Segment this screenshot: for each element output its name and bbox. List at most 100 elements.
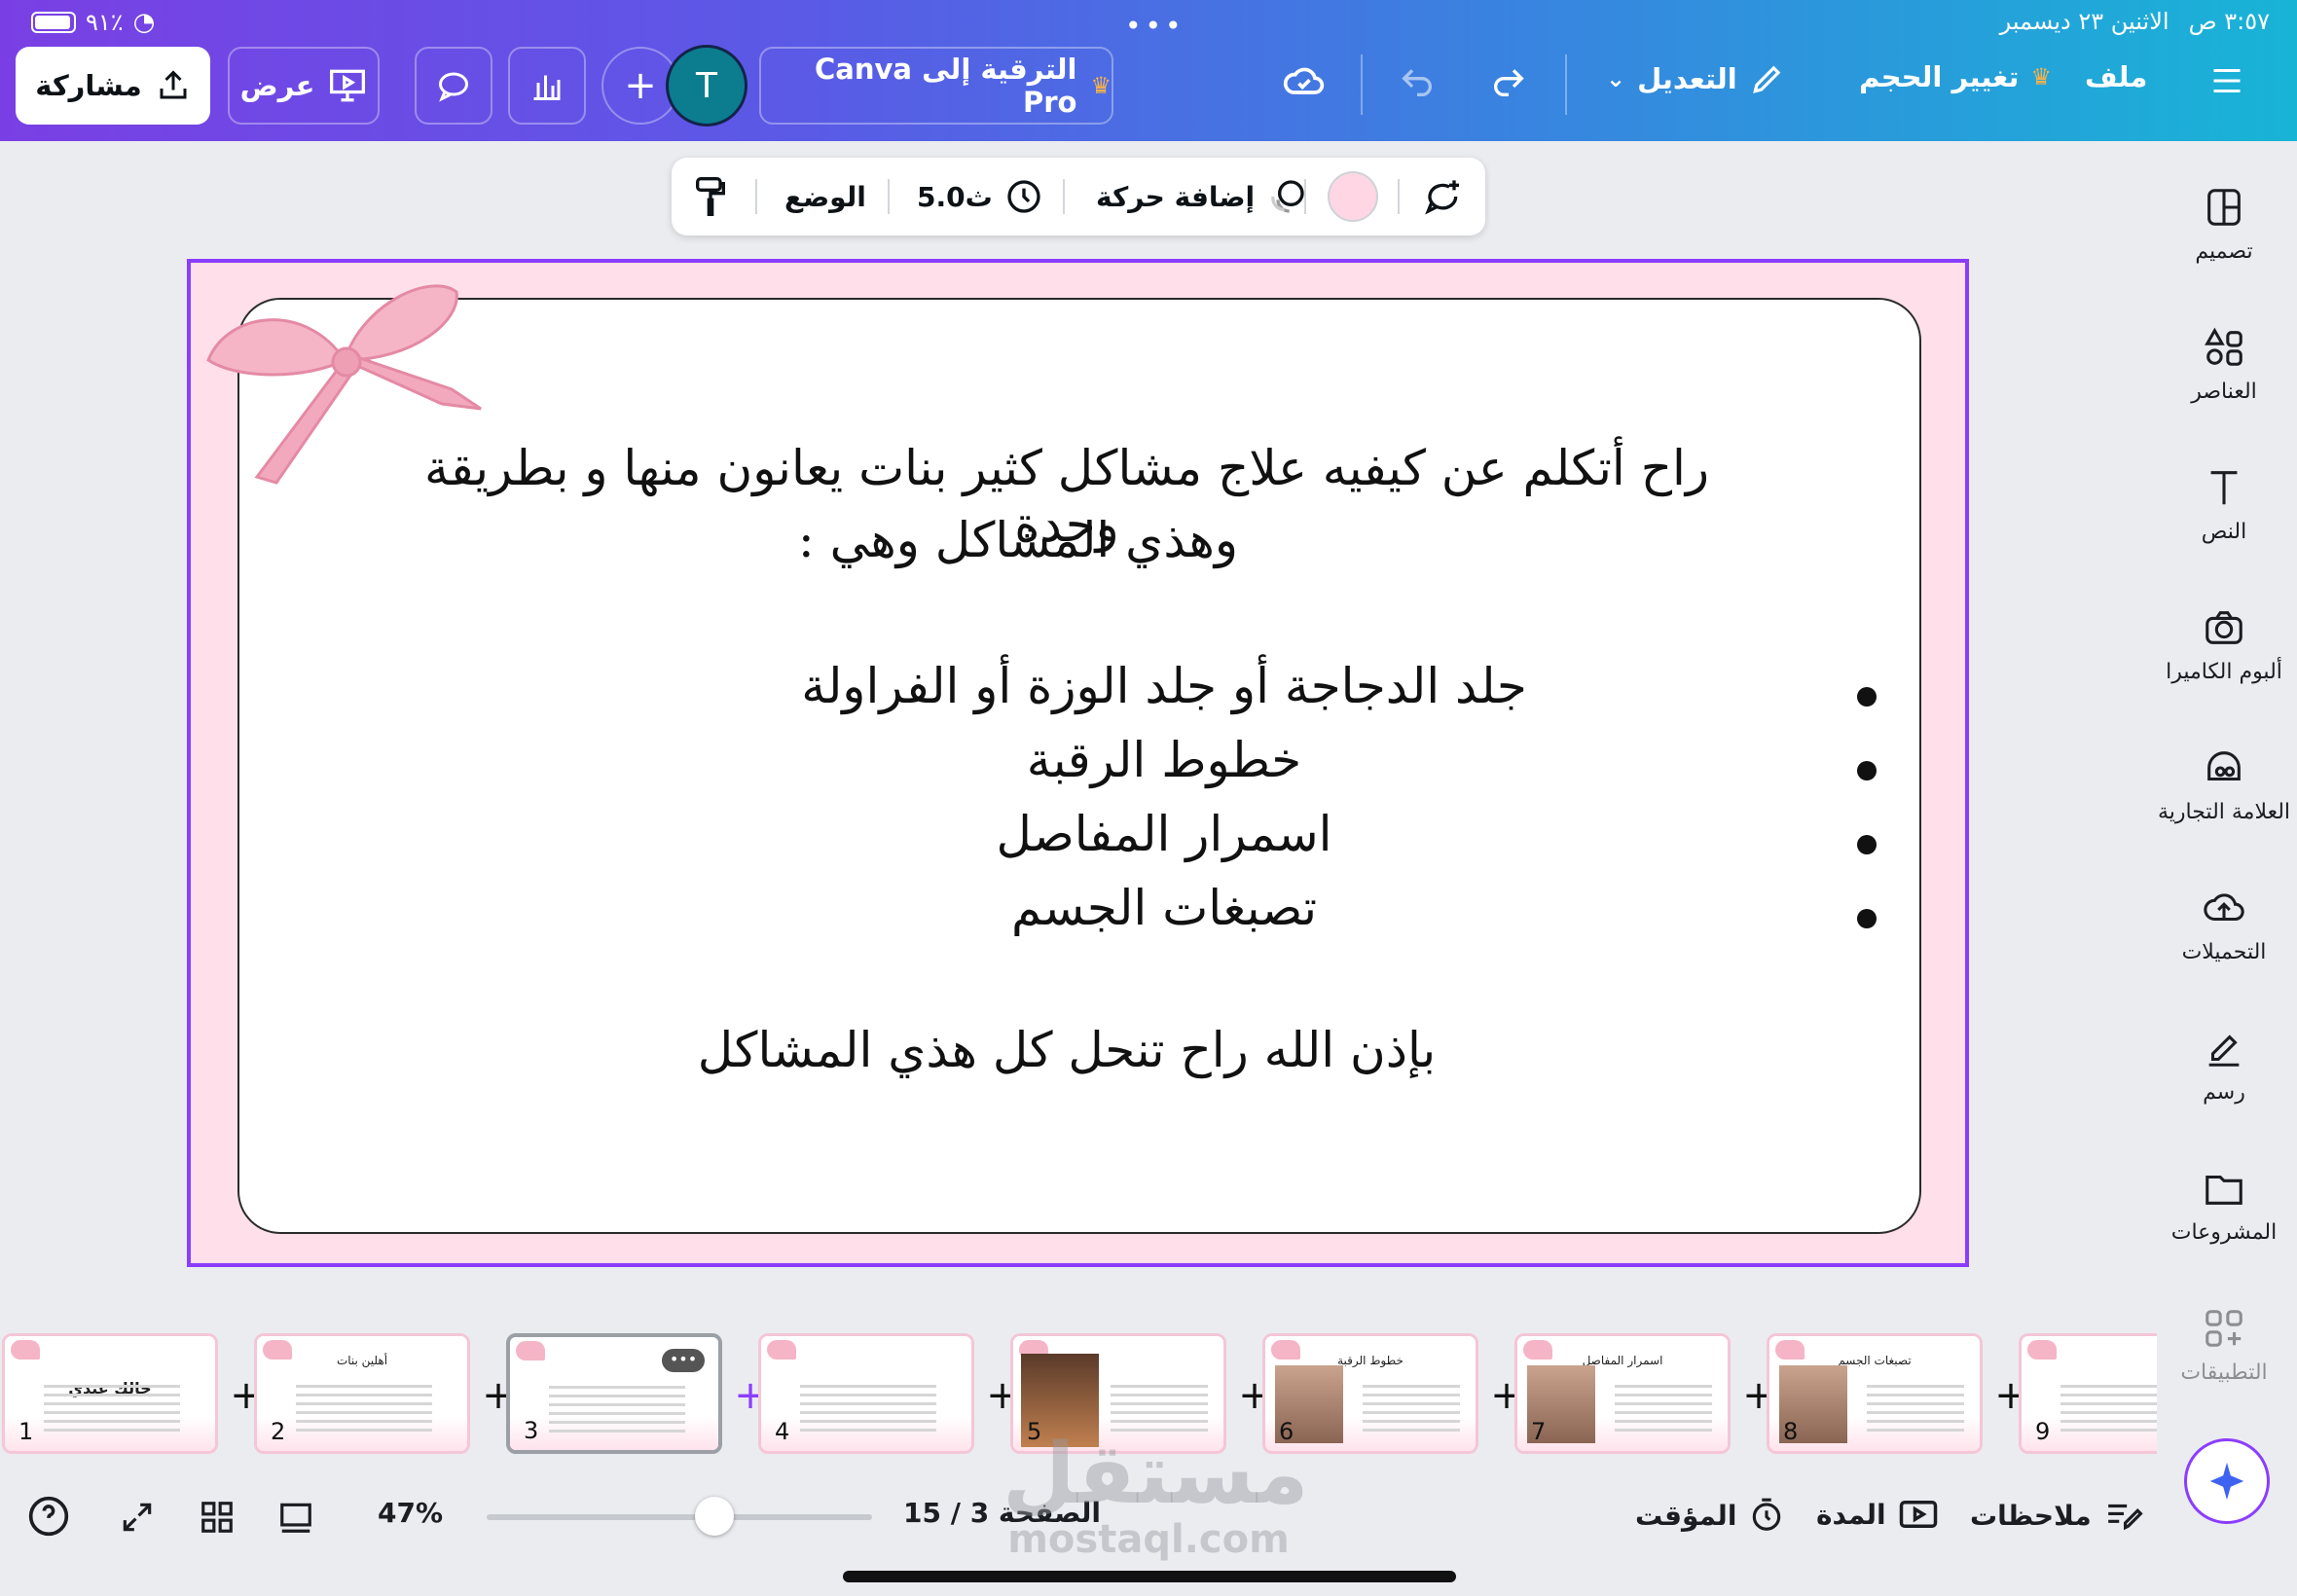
multitask-dots-icon[interactable]: ••• <box>1125 10 1185 42</box>
present-button[interactable]: عرض <box>228 47 380 125</box>
undo-icon[interactable] <box>1396 62 1439 105</box>
bullet-text: خطوط الرقبة <box>1026 732 1302 788</box>
add-comment-icon[interactable] <box>1423 158 1466 236</box>
brand-icon <box>2207 751 2241 781</box>
sidebar-item-label: رسم <box>2203 1080 2245 1105</box>
comment-icon <box>439 72 468 102</box>
zoom-slider-knob[interactable] <box>694 1497 734 1536</box>
watermark: مستقل mostaql.com <box>1003 1426 1309 1562</box>
right-sidebar: تصميم العناصر النص ألبوم الكاميرا العلام… <box>2151 175 2297 1411</box>
hamburger-icon[interactable] <box>2209 64 2244 101</box>
upgrade-label: الترقية إلى Canva Pro <box>815 53 1077 119</box>
bullet-text: اسمرار المفاصل <box>996 806 1332 862</box>
upload-icon <box>2204 893 2244 922</box>
battery-level: ٩١٪ <box>86 9 124 36</box>
share-icon <box>160 70 187 99</box>
file-label: ملف <box>2085 60 2148 93</box>
divider <box>1398 179 1400 214</box>
sidebar-item-label: ألبوم الكاميرا <box>2166 660 2282 684</box>
page-thumbnail[interactable]: حالك عندي 1 <box>2 1333 218 1454</box>
sidebar-item-label: التطبيقات <box>2180 1360 2268 1385</box>
thumbnail-number: 1 <box>18 1418 34 1445</box>
thumbnail-number: 4 <box>775 1418 790 1445</box>
bullet-dot <box>1857 761 1877 780</box>
bullet-dot <box>1857 687 1877 707</box>
camera-icon <box>2206 611 2242 644</box>
sidebar-item-label: العلامة التجارية <box>2157 800 2291 824</box>
share-button[interactable]: مشاركة <box>16 47 210 125</box>
magic-assistant-button[interactable] <box>2184 1438 2270 1524</box>
position-button[interactable]: الوضع <box>784 158 866 236</box>
divider <box>888 179 890 214</box>
watermark-line-1: مستقل <box>1003 1426 1309 1523</box>
divider <box>755 179 757 214</box>
page-thumbnail[interactable]: 9 <box>2019 1333 2157 1454</box>
edit-menu[interactable]: ⌄ التعديل <box>1606 60 1786 97</box>
cloud-sync-icon[interactable] <box>1281 60 1328 107</box>
page-thumbnail[interactable]: ••• 3 <box>506 1333 722 1454</box>
sidebar-item-design[interactable]: تصميم <box>2151 185 2297 264</box>
page-thumbnail[interactable]: اسمرار المفاصل 7 <box>1514 1333 1731 1454</box>
comment-button[interactable] <box>415 47 492 125</box>
thumbnail-number: 7 <box>1531 1418 1547 1445</box>
thumbnail-number: 3 <box>524 1417 539 1444</box>
paint-format-icon[interactable] <box>691 158 730 236</box>
sidebar-item-brand[interactable]: العلامة التجارية <box>2151 745 2297 824</box>
page-thumbnail[interactable]: 4 <box>758 1333 974 1454</box>
duration-label: 5.0ث <box>917 180 993 213</box>
present-icon <box>330 69 366 102</box>
battery-icon <box>31 12 76 33</box>
more-options-icon[interactable]: ••• <box>662 1349 705 1372</box>
wifi-icon: ◔ <box>132 8 156 37</box>
insights-button[interactable] <box>508 47 586 125</box>
sidebar-item-camera[interactable]: ألبوم الكاميرا <box>2151 605 2297 684</box>
avatar[interactable]: T <box>666 45 747 127</box>
animate-label: إضافة حركة <box>1096 180 1256 213</box>
bullet-item: خطوط الرقبة <box>483 732 1877 800</box>
color-swatch[interactable] <box>1328 171 1378 222</box>
thumbnail-number: 9 <box>2035 1418 2051 1445</box>
timer-label: المؤقت <box>1635 1499 1737 1532</box>
fullscreen-icon[interactable] <box>119 1499 156 1540</box>
duration-button[interactable]: 5.0ث <box>917 158 1043 236</box>
grid-view-icon[interactable] <box>199 1499 236 1540</box>
sidebar-item-folder[interactable]: المشروعات <box>2151 1166 2297 1245</box>
help-icon[interactable] <box>27 1495 70 1542</box>
status-date: الاثنين ٢٣ ديسمبر <box>1999 8 2169 35</box>
bar-chart-icon <box>533 75 561 100</box>
position-label: الوضع <box>784 180 866 213</box>
pages-view-icon[interactable] <box>276 1499 315 1540</box>
zoom-slider[interactable] <box>487 1497 872 1536</box>
sidebar-item-draw[interactable]: رسم <box>2151 1026 2297 1105</box>
sidebar-item-label: المشروعات <box>2170 1220 2278 1245</box>
file-menu[interactable]: ملف <box>2085 60 2147 93</box>
sidebar-item-upload[interactable]: التحميلات <box>2151 886 2297 964</box>
resize-button[interactable]: تغيير الحجم ♛ <box>1859 60 2052 93</box>
page-thumbnail[interactable]: تصبغات الجسم 8 <box>1767 1333 1983 1454</box>
upgrade-button[interactable]: الترقية إلى Canva Pro ♛ <box>759 47 1113 125</box>
timer-button[interactable]: المؤقت <box>1635 1497 1785 1534</box>
thumbnail-number: 8 <box>1783 1418 1799 1445</box>
closing-line: بإذن الله راح تنحل كل هذي المشاكل <box>697 1022 1437 1078</box>
watermark-line-2: mostaql.com <box>1007 1517 1290 1562</box>
home-indicator <box>843 1571 1456 1582</box>
sidebar-item-label: تصميم <box>2195 239 2253 264</box>
sidebar-item-label: النص <box>2201 520 2247 544</box>
element-toolbar: الوضع 5.0ث إضافة حركة <box>672 158 1485 236</box>
sidebar-item-elements[interactable]: العناصر <box>2151 325 2297 404</box>
sidebar-item-text[interactable]: النص <box>2151 465 2297 544</box>
resize-label: تغيير الحجم <box>1859 60 2020 93</box>
present-label: عرض <box>239 69 315 102</box>
crown-icon: ♛ <box>2030 63 2052 91</box>
duration-button-bottom[interactable]: المدة <box>1816 1497 1939 1532</box>
divider <box>1304 179 1306 214</box>
notes-button[interactable]: ملاحظات <box>1970 1497 2144 1534</box>
slide-canvas[interactable]: راح أتكلم عن كيفيه علاج مشاكل كثير بنات … <box>187 259 1969 1267</box>
video-icon <box>1899 1501 1937 1528</box>
zoom-level[interactable]: 47% <box>378 1497 443 1529</box>
page-thumbnail[interactable]: أهلين بنات 2 <box>254 1333 470 1454</box>
redo-icon[interactable] <box>1487 62 1530 105</box>
animate-button[interactable]: إضافة حركة <box>1096 158 1309 236</box>
sidebar-item-apps[interactable]: التطبيقات <box>2151 1306 2297 1385</box>
avatar-letter: T <box>696 65 717 106</box>
